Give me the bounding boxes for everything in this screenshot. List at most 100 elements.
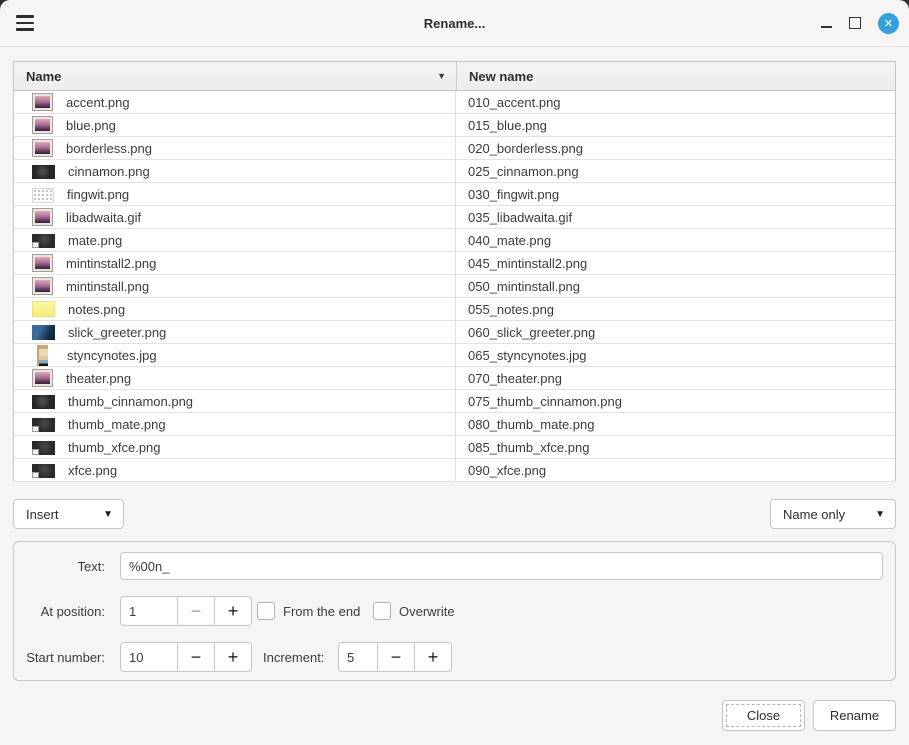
file-thumbnail-icon bbox=[32, 277, 53, 295]
text-input[interactable] bbox=[120, 552, 883, 580]
column-header-new-name[interactable]: New name bbox=[456, 62, 895, 90]
file-name-cell: slick_greeter.png bbox=[14, 321, 456, 343]
new-name-cell: 010_accent.png bbox=[456, 91, 895, 113]
increment-plus-icon[interactable]: + bbox=[415, 642, 452, 672]
file-name-label: libadwaita.gif bbox=[66, 210, 141, 225]
table-row[interactable]: fingwit.png 030_fingwit.png bbox=[14, 183, 895, 206]
table-row[interactable]: slick_greeter.png 060_slick_greeter.png bbox=[14, 321, 895, 344]
chevron-down-icon: ▼ bbox=[103, 509, 113, 520]
file-thumbnail-icon bbox=[32, 395, 55, 409]
new-name-cell: 035_libadwaita.gif bbox=[456, 206, 895, 228]
table-row[interactable]: borderless.png 020_borderless.png bbox=[14, 137, 895, 160]
at-position-input[interactable] bbox=[120, 596, 178, 626]
start-number-input[interactable] bbox=[120, 642, 178, 672]
column-header-name[interactable]: Name ▼ bbox=[14, 62, 456, 90]
new-name-cell: 015_blue.png bbox=[456, 114, 895, 136]
file-thumbnail-icon bbox=[32, 325, 55, 340]
rename-preview-table: Name ▼ New name accent.png 010_accent.pn… bbox=[13, 61, 896, 481]
file-name-label: borderless.png bbox=[66, 141, 152, 156]
at-position-spinner: − + bbox=[120, 596, 252, 626]
new-name-cell: 030_fingwit.png bbox=[456, 183, 895, 205]
table-row[interactable]: thumb_xfce.png 085_thumb_xfce.png bbox=[14, 436, 895, 459]
file-name-cell: thumb_mate.png bbox=[14, 413, 456, 435]
new-name-label: 030_fingwit.png bbox=[468, 187, 559, 202]
file-name-label: notes.png bbox=[68, 302, 125, 317]
scope-dropdown[interactable]: Name only ▼ bbox=[770, 499, 896, 529]
table-row[interactable]: cinnamon.png 025_cinnamon.png bbox=[14, 160, 895, 183]
increment-spinner: − + bbox=[338, 642, 452, 672]
table-row[interactable]: theater.png 070_theater.png bbox=[14, 367, 895, 390]
file-name-cell: mintinstall.png bbox=[14, 275, 456, 297]
file-name-label: accent.png bbox=[66, 95, 130, 110]
file-name-label: slick_greeter.png bbox=[68, 325, 166, 340]
file-thumbnail-icon bbox=[32, 464, 55, 478]
file-thumbnail-icon bbox=[32, 165, 55, 179]
file-thumbnail-icon bbox=[32, 369, 53, 387]
menu-hamburger-icon[interactable] bbox=[16, 15, 34, 31]
new-name-label: 020_borderless.png bbox=[468, 141, 583, 156]
new-name-cell: 055_notes.png bbox=[456, 298, 895, 320]
new-name-cell: 025_cinnamon.png bbox=[456, 160, 895, 182]
file-name-cell: fingwit.png bbox=[14, 183, 456, 205]
start-number-plus-icon[interactable]: + bbox=[215, 642, 252, 672]
at-position-label: At position: bbox=[0, 604, 105, 619]
table-row[interactable]: thumb_cinnamon.png 075_thumb_cinnamon.pn… bbox=[14, 390, 895, 413]
file-name-label: xfce.png bbox=[68, 463, 117, 478]
file-name-label: fingwit.png bbox=[67, 187, 129, 202]
new-name-label: 055_notes.png bbox=[468, 302, 554, 317]
file-thumbnail-icon bbox=[32, 208, 53, 226]
table-row[interactable]: mintinstall.png 050_mintinstall.png bbox=[14, 275, 895, 298]
at-position-plus-icon[interactable]: + bbox=[215, 596, 252, 626]
checkbox-box bbox=[373, 602, 391, 620]
file-thumbnail-icon bbox=[32, 139, 53, 157]
table-row[interactable]: mate.png 040_mate.png bbox=[14, 229, 895, 252]
at-position-minus-icon[interactable]: − bbox=[178, 596, 215, 626]
new-name-label: 080_thumb_mate.png bbox=[468, 417, 594, 432]
table-row[interactable]: blue.png 015_blue.png bbox=[14, 114, 895, 137]
file-name-cell: thumb_xfce.png bbox=[14, 436, 456, 458]
close-window-icon[interactable]: ✕ bbox=[878, 13, 899, 34]
table-row[interactable]: xfce.png 090_xfce.png bbox=[14, 459, 895, 482]
file-name-label: blue.png bbox=[66, 118, 116, 133]
overwrite-checkbox[interactable]: Overwrite bbox=[373, 602, 455, 620]
file-name-label: thumb_xfce.png bbox=[68, 440, 161, 455]
table-header: Name ▼ New name bbox=[14, 62, 895, 91]
increment-minus-icon[interactable]: − bbox=[378, 642, 415, 672]
rename-button[interactable]: Rename bbox=[813, 700, 896, 731]
table-row[interactable]: thumb_mate.png 080_thumb_mate.png bbox=[14, 413, 895, 436]
file-thumbnail-icon bbox=[32, 254, 53, 272]
titlebar: Rename... ✕ bbox=[0, 0, 909, 47]
new-name-cell: 070_theater.png bbox=[456, 367, 895, 389]
increment-input[interactable] bbox=[338, 642, 378, 672]
close-button[interactable]: Close bbox=[722, 700, 805, 731]
file-name-cell: cinnamon.png bbox=[14, 160, 456, 182]
file-name-cell: notes.png bbox=[14, 298, 456, 320]
sort-descending-icon[interactable]: ▼ bbox=[437, 71, 446, 81]
file-name-cell: blue.png bbox=[14, 114, 456, 136]
table-row[interactable]: notes.png 055_notes.png bbox=[14, 298, 895, 321]
new-name-cell: 020_borderless.png bbox=[456, 137, 895, 159]
start-number-label: Start number: bbox=[0, 650, 105, 665]
table-row[interactable]: accent.png 010_accent.png bbox=[14, 91, 895, 114]
new-name-cell: 085_thumb_xfce.png bbox=[456, 436, 895, 458]
table-row[interactable]: mintinstall2.png 045_mintinstall2.png bbox=[14, 252, 895, 275]
from-the-end-checkbox[interactable]: From the end bbox=[257, 602, 360, 620]
operation-dropdown[interactable]: Insert ▼ bbox=[13, 499, 124, 529]
minimize-icon[interactable] bbox=[821, 26, 832, 28]
new-name-label: 040_mate.png bbox=[468, 233, 551, 248]
start-number-minus-icon[interactable]: − bbox=[178, 642, 215, 672]
increment-label: Increment: bbox=[263, 650, 324, 665]
file-table-body: accent.png 010_accent.png blue.png 015_b… bbox=[14, 91, 895, 482]
new-name-label: 025_cinnamon.png bbox=[468, 164, 579, 179]
checkbox-box bbox=[257, 602, 275, 620]
maximize-icon[interactable] bbox=[849, 17, 861, 29]
window-title: Rename... bbox=[0, 16, 909, 31]
new-name-label: 045_mintinstall2.png bbox=[468, 256, 587, 271]
file-name-cell: accent.png bbox=[14, 91, 456, 113]
new-name-label: 085_thumb_xfce.png bbox=[468, 440, 589, 455]
file-name-cell: borderless.png bbox=[14, 137, 456, 159]
table-row[interactable]: libadwaita.gif 035_libadwaita.gif bbox=[14, 206, 895, 229]
file-thumbnail-icon bbox=[32, 93, 53, 111]
table-row[interactable]: styncynotes.jpg 065_styncynotes.jpg bbox=[14, 344, 895, 367]
file-name-label: cinnamon.png bbox=[68, 164, 150, 179]
